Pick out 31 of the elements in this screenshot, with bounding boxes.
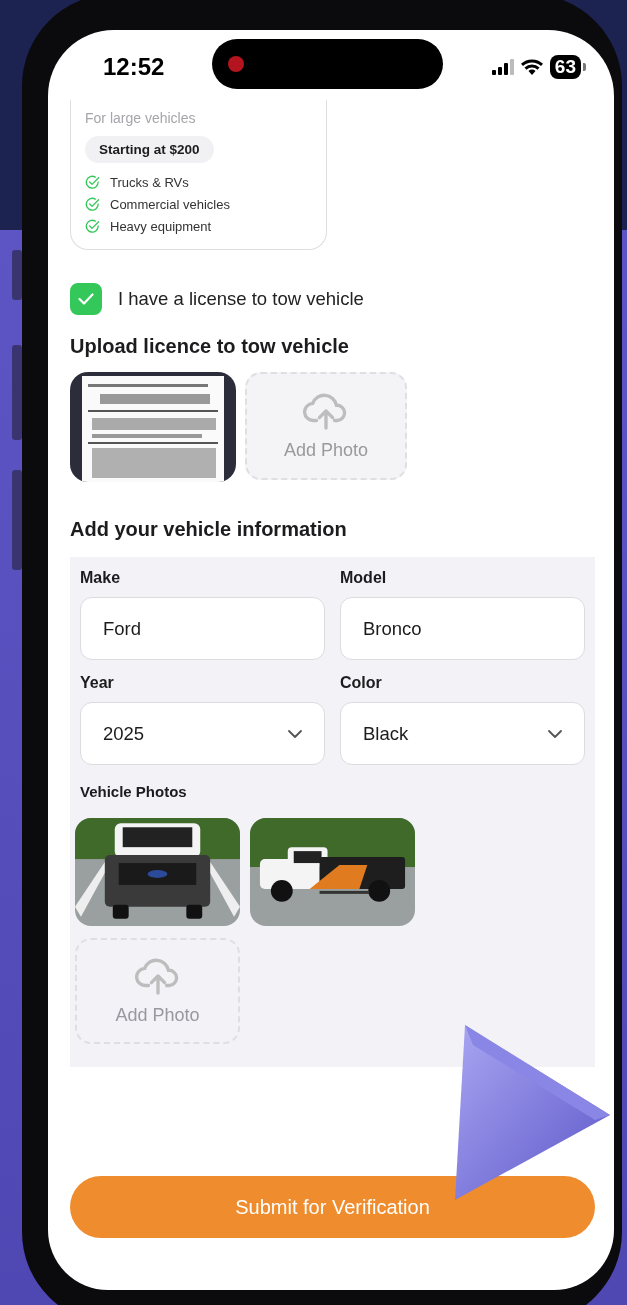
license-checkbox[interactable] (70, 283, 102, 315)
signal-icon (491, 59, 514, 75)
battery-level: 63 (549, 55, 581, 79)
check-circle-icon (85, 218, 100, 234)
plan-card[interactable]: For large vehicles Starting at $200 Trucks & RVs Commercial vehicles Heavy equipment (70, 100, 327, 250)
check-circle-icon (85, 196, 100, 212)
cloud-upload-icon (303, 391, 349, 430)
feature-text: Commercial vehicles (110, 196, 230, 212)
field-label: Color (340, 674, 383, 692)
card-subtitle: For large vehicles (85, 110, 197, 126)
dropdown-field[interactable]: Black (340, 702, 585, 765)
chevron-down-icon (288, 729, 302, 738)
field-label: Year (80, 674, 115, 692)
section-title: Upload licence to tow vehicle (70, 335, 350, 358)
dropdown-field[interactable]: 2025 (80, 702, 325, 765)
status-time: 12:52 (103, 52, 166, 81)
field-label: Model (340, 569, 388, 587)
input-field[interactable]: Bronco (340, 597, 585, 660)
input-field[interactable]: Ford (80, 597, 325, 660)
checkmark-icon (78, 293, 94, 305)
chevron-down-icon (548, 729, 562, 738)
cloud-upload-icon (134, 956, 181, 995)
wifi-icon (519, 58, 544, 76)
field-label: Make (80, 569, 122, 587)
section-title: Add your vehicle information (70, 518, 348, 541)
checkbox-label: I have a license to tow vehicle (118, 288, 364, 310)
check-circle-icon (85, 174, 100, 190)
price-pill: Starting at $200 (85, 136, 214, 163)
feature-text: Heavy equipment (110, 218, 212, 234)
field-label: Vehicle Photos (80, 783, 188, 800)
feature-text: Trucks & RVs (110, 174, 189, 190)
